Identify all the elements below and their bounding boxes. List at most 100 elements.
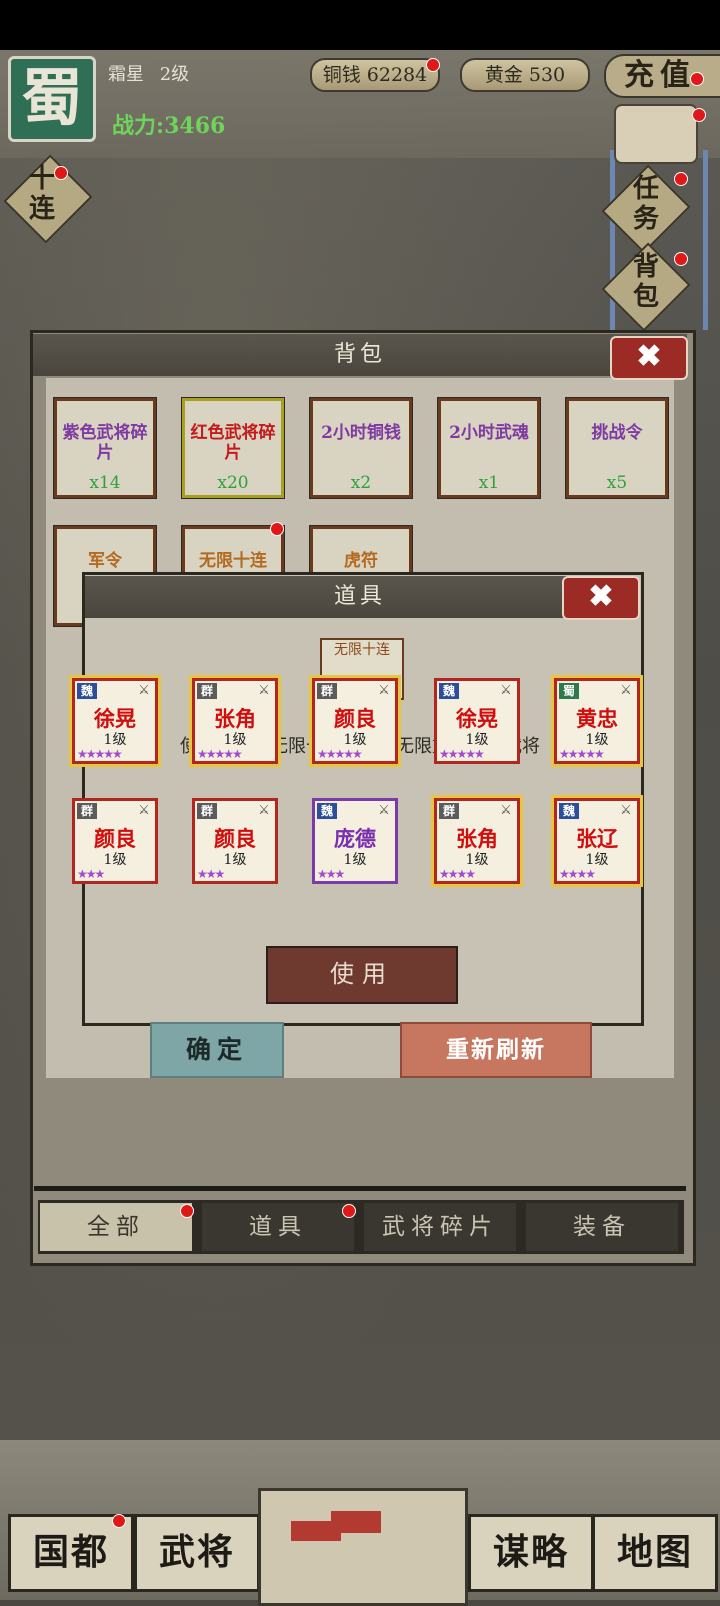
- tab-all[interactable]: 全部: [40, 1203, 192, 1251]
- backpack-item[interactable]: 2小时铜钱 x2: [309, 397, 413, 499]
- star-rating: ★★★★★: [559, 747, 605, 761]
- nav-generals-button[interactable]: 武将: [134, 1514, 260, 1592]
- general-level: 1级: [343, 852, 367, 868]
- faction-badge: 群: [197, 683, 217, 699]
- faction-badge: 魏: [559, 803, 579, 819]
- star-rating: ★★★★★: [197, 747, 243, 761]
- item-name: 2小时武魂: [449, 423, 529, 443]
- item-name: 挑战令: [591, 423, 643, 443]
- general-level: 1级: [585, 732, 609, 748]
- item-name: 红色武将碎片: [190, 423, 276, 463]
- backpack-item[interactable]: 挑战令 x5: [565, 397, 669, 499]
- star-rating: ★★★: [77, 867, 105, 881]
- item-count: x20: [217, 473, 249, 493]
- general-level: 1级: [103, 732, 127, 748]
- general-card[interactable]: 魏 ⚔ 庞德 1级 ★★★: [312, 798, 398, 884]
- faction-badge: 群: [77, 803, 97, 819]
- star-rating: ★★★★: [559, 867, 596, 881]
- faction-badge: 蜀: [559, 683, 579, 699]
- item-name: 军令: [88, 551, 122, 571]
- copper-notification-dot: [426, 58, 440, 72]
- backpack-item[interactable]: 红色武将碎片 x20: [181, 397, 285, 499]
- general-card[interactable]: 群 ⚔ 颜良 1级 ★★★★★: [312, 678, 398, 764]
- general-level: 1级: [465, 732, 489, 748]
- item-name: 紫色武将碎片: [62, 423, 148, 463]
- recharge-notification-dot: [690, 72, 704, 86]
- use-button[interactable]: 使用: [266, 946, 458, 1004]
- faction-badge: 群: [317, 683, 337, 699]
- dialog-close-button[interactable]: ✖: [562, 576, 640, 620]
- weapon-icon: ⚔: [620, 683, 632, 698]
- faction-badge: 魏: [317, 803, 337, 819]
- confirm-button[interactable]: 确定: [150, 1022, 284, 1078]
- copper-display[interactable]: 铜钱 62284: [310, 58, 440, 92]
- nav-strategy-button[interactable]: 谋略: [468, 1514, 594, 1592]
- scroll-icon[interactable]: [614, 104, 698, 164]
- general-card[interactable]: 群 ⚔ 颜良 1级 ★★★: [72, 798, 158, 884]
- weapon-icon: ⚔: [378, 803, 390, 818]
- general-card[interactable]: 魏 ⚔ 张辽 1级 ★★★★: [554, 798, 640, 884]
- weapon-icon: ⚔: [500, 803, 512, 818]
- player-info: 霜星 2级: [108, 60, 189, 86]
- tab-general-shards[interactable]: 武将碎片: [364, 1203, 516, 1251]
- kingdom-emblem[interactable]: 蜀: [8, 56, 96, 142]
- item-count: x1: [478, 473, 500, 493]
- tab-all-notification-dot: [180, 1204, 194, 1218]
- status-bar: [0, 0, 720, 50]
- item-count: x5: [606, 473, 628, 493]
- flag-icon: [331, 1511, 381, 1533]
- item-name: 虎符: [344, 551, 378, 571]
- backpack-title: 背包: [33, 334, 687, 376]
- item-name: 2小时铜钱: [321, 423, 401, 443]
- weapon-icon: ⚔: [378, 683, 390, 698]
- divider: [34, 1186, 686, 1191]
- faction-badge: 魏: [77, 683, 97, 699]
- backpack-close-button[interactable]: ✖: [610, 336, 688, 380]
- weapon-icon: ⚔: [138, 683, 150, 698]
- ten-draw-notification-dot: [54, 166, 68, 180]
- weapon-icon: ⚔: [620, 803, 632, 818]
- weapon-icon: ⚔: [258, 803, 270, 818]
- nav-capital-notification-dot: [112, 1514, 126, 1528]
- star-rating: ★★★★★: [317, 747, 363, 761]
- item-notification-dot: [270, 522, 284, 536]
- player-name: 霜星: [108, 64, 144, 85]
- item-dialog-title: 道具: [85, 576, 635, 618]
- general-card[interactable]: 群 ⚔ 张角 1级 ★★★★★: [192, 678, 278, 764]
- general-level: 1级: [465, 852, 489, 868]
- tab-equipment[interactable]: 装备: [526, 1203, 678, 1251]
- refresh-button[interactable]: 重新刷新: [400, 1022, 592, 1078]
- general-card[interactable]: 蜀 ⚔ 黄忠 1级 ★★★★★: [554, 678, 640, 764]
- general-card[interactable]: 群 ⚔ 张角 1级 ★★★★: [434, 798, 520, 884]
- backpack-item[interactable]: 紫色武将碎片 x14: [53, 397, 157, 499]
- scroll-notification-dot: [692, 108, 706, 122]
- star-rating: ★★★: [317, 867, 345, 881]
- battle-button[interactable]: [258, 1488, 468, 1606]
- item-count: x2: [350, 473, 372, 493]
- general-level: 1级: [223, 732, 247, 748]
- star-rating: ★★★: [197, 867, 225, 881]
- gold-display[interactable]: 黄金 530: [460, 58, 590, 92]
- weapon-icon: ⚔: [258, 683, 270, 698]
- close-icon: ✖: [588, 579, 614, 614]
- faction-badge: 群: [197, 803, 217, 819]
- general-level: 1级: [585, 852, 609, 868]
- weapon-icon: ⚔: [500, 683, 512, 698]
- item-count: x14: [89, 473, 121, 493]
- faction-badge: 魏: [439, 683, 459, 699]
- general-level: 1级: [103, 852, 127, 868]
- star-rating: ★★★★★: [77, 747, 123, 761]
- star-rating: ★★★★: [439, 867, 476, 881]
- general-card[interactable]: 群 ⚔ 颜良 1级 ★★★: [192, 798, 278, 884]
- general-card[interactable]: 魏 ⚔ 徐晃 1级 ★★★★★: [434, 678, 520, 764]
- general-level: 1级: [343, 732, 367, 748]
- backpack-item[interactable]: 2小时武魂 x1: [437, 397, 541, 499]
- bag-notification-dot: [674, 252, 688, 266]
- task-notification-dot: [674, 172, 688, 186]
- nav-map-button[interactable]: 地图: [592, 1514, 718, 1592]
- tab-items[interactable]: 道具: [202, 1203, 354, 1251]
- general-card[interactable]: 魏 ⚔ 徐晃 1级 ★★★★★: [72, 678, 158, 764]
- weapon-icon: ⚔: [138, 803, 150, 818]
- task-label: 任务: [632, 174, 659, 234]
- item-name: 无限十连: [199, 551, 267, 571]
